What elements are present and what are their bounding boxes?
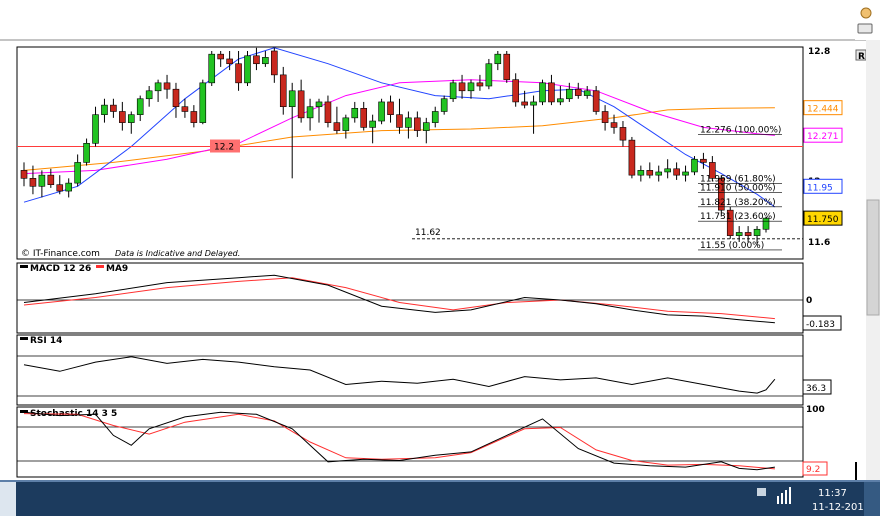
- tray-network-icon[interactable]: [757, 488, 766, 496]
- price-badge-label: 11.750: [807, 215, 839, 225]
- macd-label: MACD 12 26: [30, 264, 91, 274]
- candle: [539, 79, 546, 106]
- candle: [199, 79, 207, 125]
- fib-level-label: 11.55 (0.00%): [700, 241, 764, 251]
- fib-level-label: 12.276 (100.00%): [700, 125, 781, 135]
- candle: [208, 51, 216, 87]
- svg-text:R: R: [858, 52, 865, 62]
- price-badge-label: 11.95: [807, 183, 833, 193]
- rsi-label: RSI 14: [30, 336, 62, 346]
- candle: [449, 79, 457, 102]
- stochastic-panel: Stochastic 14 3 5 100 9.2: [16, 405, 828, 478]
- taskbar: 11:37 11-12-2013: [0, 480, 880, 516]
- rsi-panel: RSI 14 36.3: [16, 334, 832, 406]
- chart-canvas: R 12.211.62 12.276 (100.00%)11.969 (61.8…: [0, 0, 880, 516]
- stochastic-top-label: 100: [806, 405, 825, 415]
- fib-level-label: 11.910 (50.00%): [700, 184, 776, 194]
- candle: [485, 58, 493, 90]
- taskbar-time[interactable]: 11:37: [818, 488, 847, 499]
- price-tick: 11.6: [808, 238, 830, 248]
- candle: [378, 98, 385, 125]
- candle: [628, 136, 636, 179]
- macd-value-badge: -0.183: [806, 320, 835, 330]
- watermark: © IT-Finance.com: [21, 249, 100, 259]
- candle: [244, 51, 251, 87]
- support-line-label: 12.2: [214, 143, 234, 153]
- price-badge-label: 12.271: [807, 132, 839, 142]
- disclaimer: Data is Indicative and Delayed.: [115, 249, 240, 258]
- stochastic-value-badge: 9.2: [806, 465, 820, 475]
- rsi-value-badge: 36.3: [806, 384, 826, 394]
- price-tick: 12.8: [808, 47, 830, 57]
- price-badge-label: 12.444: [807, 105, 839, 115]
- tray-signal-icon[interactable]: [777, 496, 779, 504]
- taskbar-date[interactable]: 11-12-2013: [812, 502, 870, 513]
- vertical-scrollbar[interactable]: [855, 40, 880, 480]
- macd-panel: MACD 12 26 MA9 0 -0.183: [16, 262, 842, 334]
- macd-zero-label: 0: [806, 296, 812, 306]
- macd-signal-label: MA9: [106, 264, 128, 274]
- price-axis: 12.8 12 11.6 12.44412.27111.9511.750: [803, 47, 843, 248]
- fib-level-label: 11.821 (38.20%): [700, 198, 776, 208]
- level-line-label: 11.62: [415, 228, 441, 238]
- fib-level-label: 11.731 (23.60%): [700, 212, 776, 222]
- candle: [503, 51, 511, 83]
- price-panel: 12.211.62 12.276 (100.00%)11.969 (61.80%…: [16, 46, 804, 260]
